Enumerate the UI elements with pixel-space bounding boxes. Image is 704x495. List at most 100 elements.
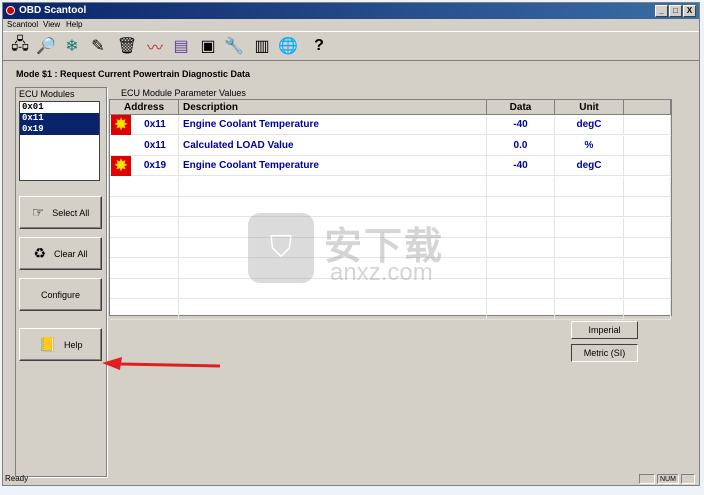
cell-empty	[624, 115, 671, 135]
trash-icon[interactable]: 🗑	[116, 35, 138, 57]
menu-bar: Scantool View Help	[3, 19, 699, 31]
cell-empty	[110, 217, 179, 238]
cell-empty	[110, 279, 179, 299]
cell-unit: %	[555, 135, 624, 156]
barcode-icon[interactable]: ▥	[251, 35, 273, 57]
cell-empty	[624, 217, 671, 238]
cell-address: 0x11	[110, 135, 179, 156]
alert-star-icon: ✸	[111, 115, 131, 135]
window-title: OBD Scantool	[19, 5, 87, 16]
cell-empty	[624, 299, 671, 320]
alert-star-icon: ✸	[111, 156, 131, 176]
cell-empty	[624, 156, 671, 176]
cell-empty	[487, 258, 555, 279]
ecu-item-0x19[interactable]: 0x19	[20, 124, 99, 135]
cell-description: Engine Coolant Temperature	[179, 115, 487, 135]
title-bar[interactable]: OBD Scantool _ □ X	[3, 3, 699, 19]
header-unit[interactable]: Unit	[555, 100, 624, 115]
cell-empty	[555, 279, 624, 299]
menu-scantool[interactable]: Scantool	[7, 20, 38, 29]
mode-title: Mode $1 : Request Current Powertrain Dia…	[16, 69, 251, 79]
cell-data: 0.0	[487, 135, 555, 156]
cell-empty	[487, 238, 555, 258]
select-all-button[interactable]: ☞ Select All	[19, 196, 102, 229]
help-label: Help	[63, 339, 83, 350]
menu-help[interactable]: Help	[66, 20, 82, 29]
cell-empty	[110, 258, 179, 279]
cell-empty	[624, 238, 671, 258]
cell-empty	[624, 135, 671, 156]
status-text: Ready	[5, 474, 29, 483]
cell-unit: degC	[555, 156, 624, 176]
watermark: ⛉ 安下载 anxz.com	[248, 213, 478, 293]
cell-empty	[555, 238, 624, 258]
watermark-en: anxz.com	[330, 259, 433, 286]
ecu-modules-list[interactable]: 0x01 0x11 0x19	[19, 101, 100, 181]
cell-empty	[110, 299, 179, 320]
recycle-bin-icon: ♻	[33, 245, 47, 261]
cell-empty	[179, 299, 487, 320]
configure-label: Configure	[40, 289, 81, 300]
cell-empty	[624, 258, 671, 279]
ecu-item-0x01[interactable]: 0x01	[20, 102, 99, 113]
watermark-shield-icon: ⛉	[248, 213, 314, 283]
app-window: OBD Scantool _ □ X Scantool View Help 🖧 …	[2, 2, 700, 486]
header-description[interactable]: Description	[179, 100, 487, 115]
ecu-item-0x11[interactable]: 0x11	[20, 113, 99, 124]
pen-icon[interactable]: ✎	[87, 35, 109, 57]
app-icon	[6, 6, 15, 15]
cell-empty	[487, 299, 555, 320]
help-icon[interactable]: ?	[308, 35, 330, 57]
cell-empty	[555, 176, 624, 197]
graph-icon[interactable]: 〰	[144, 35, 166, 57]
ecu-modules-label: ECU Modules	[19, 89, 75, 99]
imperial-button[interactable]: Imperial	[571, 321, 638, 339]
select-all-label: Select All	[52, 207, 90, 218]
configure-button[interactable]: Configure	[19, 278, 102, 311]
report-icon[interactable]: ▣	[197, 35, 219, 57]
cell-empty	[624, 279, 671, 299]
cell-description: Calculated LOAD Value	[179, 135, 487, 156]
pointing-hand-icon: ☞	[31, 204, 45, 220]
menu-view[interactable]: View	[43, 20, 60, 29]
cell-empty	[624, 176, 671, 197]
clear-all-label: Clear All	[54, 248, 88, 259]
status-bar: Ready NUM	[3, 473, 699, 485]
cell-empty	[555, 258, 624, 279]
cell-data: -40	[487, 156, 555, 176]
status-pane-empty-2	[681, 474, 695, 484]
cell-data: -40	[487, 115, 555, 135]
cell-empty	[487, 217, 555, 238]
cell-empty	[179, 176, 487, 197]
header-address[interactable]: Address	[110, 100, 179, 115]
chart-icon[interactable]: ▤	[170, 35, 192, 57]
wrench-icon[interactable]: 🔧	[223, 35, 245, 57]
cell-empty	[555, 197, 624, 217]
clear-all-button[interactable]: ♻ Clear All	[19, 237, 102, 270]
status-pane-empty	[639, 474, 655, 484]
search-icon[interactable]: 🔎	[35, 35, 57, 57]
maximize-button[interactable]: □	[669, 5, 682, 17]
cell-empty	[487, 176, 555, 197]
minimize-button[interactable]: _	[655, 5, 668, 17]
cell-description: Engine Coolant Temperature	[179, 156, 487, 176]
globe-icon[interactable]: 🌐	[277, 35, 299, 57]
close-button[interactable]: X	[683, 5, 696, 17]
red-arrow-annotation	[102, 357, 221, 370]
metric-button[interactable]: Metric (SI)	[571, 344, 638, 362]
cell-empty	[487, 197, 555, 217]
cell-empty	[555, 299, 624, 320]
cell-empty	[110, 238, 179, 258]
header-filler	[624, 100, 671, 115]
help-book-icon: 📒	[38, 336, 56, 352]
window-controls: _ □ X	[655, 5, 696, 17]
parameter-values-label: ECU Module Parameter Values	[121, 88, 246, 98]
toolbar: 🖧 🔎 ❄ ✎ 🗑 〰 ▤ ▣ 🔧 ▥ 🌐 ?	[3, 31, 699, 61]
status-num: NUM	[657, 474, 679, 484]
cell-empty	[487, 279, 555, 299]
header-data[interactable]: Data	[487, 100, 555, 115]
snowflake-icon[interactable]: ❄	[61, 35, 83, 57]
connection-icon[interactable]: 🖧	[9, 35, 31, 57]
help-button[interactable]: 📒 Help	[19, 328, 102, 361]
cell-empty	[110, 197, 179, 217]
